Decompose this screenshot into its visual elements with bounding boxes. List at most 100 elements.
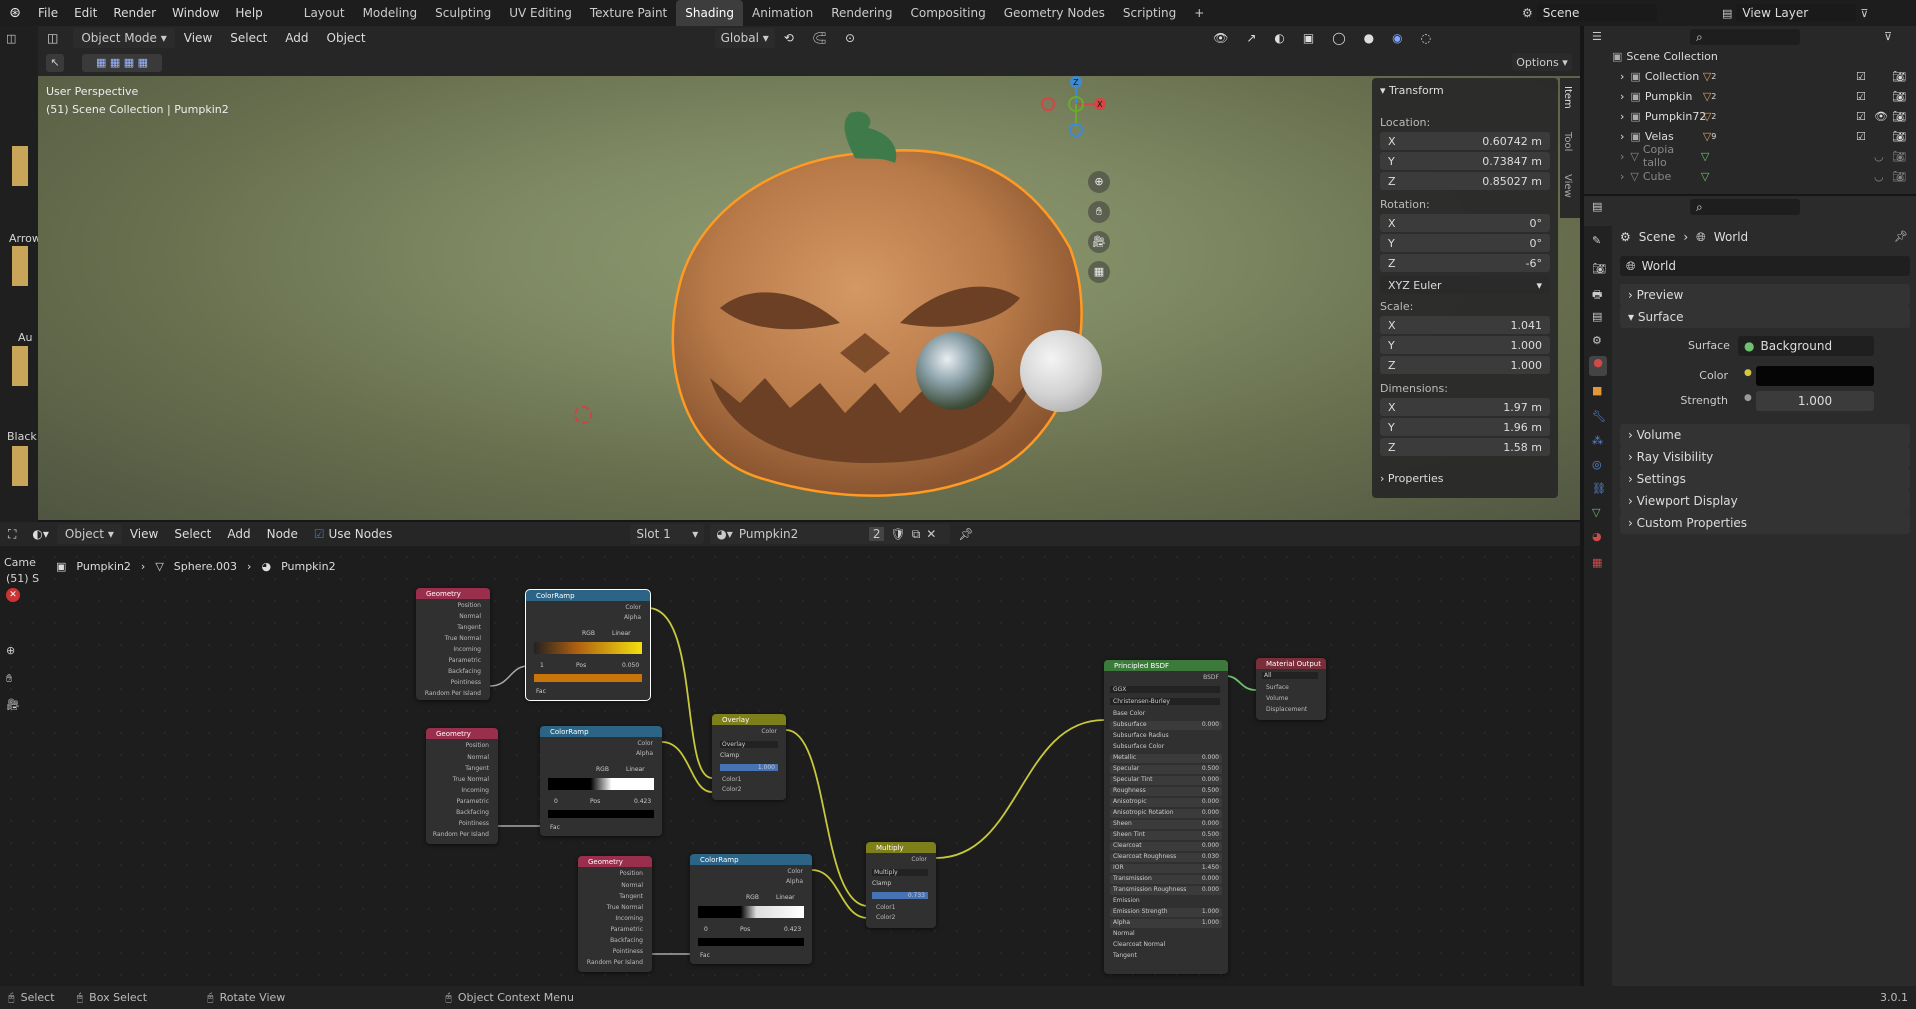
- bsdf-input-row[interactable]: Normal: [1110, 930, 1222, 939]
- select-mode-icons[interactable]: ▦ ▦ ▦ ▦: [82, 54, 162, 72]
- colorramp-node[interactable]: ColorRamp Color Alpha RGB Linear 0 Pos 0…: [540, 726, 662, 836]
- add-workspace-button[interactable]: +: [1185, 0, 1213, 26]
- scene-tab-icon[interactable]: ⚙: [1592, 334, 1602, 347]
- ramp-pos-value[interactable]: 0.423: [634, 798, 651, 805]
- world-color-swatch[interactable]: [1756, 366, 1874, 386]
- breadcrumb-world[interactable]: World: [1714, 230, 1748, 245]
- slot-dropdown[interactable]: Slot 1 ▾: [630, 524, 705, 544]
- scale-x-field[interactable]: X 1.041: [1380, 316, 1550, 334]
- fac-slider[interactable]: 0.733: [872, 892, 928, 899]
- select-tool-icon[interactable]: ↖: [46, 54, 64, 72]
- physics-tab-icon[interactable]: ◎: [1592, 458, 1602, 471]
- colorramp-node[interactable]: ColorRamp Color Alpha RGB Linear 0 Pos 0…: [690, 854, 812, 964]
- section-settings[interactable]: › Settings: [1620, 468, 1910, 490]
- location-z-field[interactable]: Z 0.85027 m: [1380, 172, 1550, 190]
- outliner-item[interactable]: › ▣ Pumpkin72 ▽ 2 ☑ 👁︎ 📷︎: [1584, 106, 1916, 126]
- blender-logo-icon[interactable]: ⊛: [0, 5, 30, 21]
- tab-rendering[interactable]: Rendering: [822, 0, 901, 26]
- thumb-d[interactable]: [12, 446, 28, 486]
- world-datablock-field[interactable]: 🌐︎ World: [1620, 256, 1910, 276]
- viewport-menu-object[interactable]: Object: [318, 31, 375, 45]
- constraints-tab-icon[interactable]: ⛓︎: [1592, 482, 1606, 495]
- section-ray-visibility[interactable]: › Ray Visibility: [1620, 446, 1910, 468]
- location-x-field[interactable]: X 0.60742 m: [1380, 132, 1550, 150]
- pin-icon[interactable]: 📌︎: [1894, 230, 1908, 243]
- view-layer-selector[interactable]: ▤ View Layer ⊽: [1722, 3, 1912, 23]
- transform-orientation-dropdown[interactable]: Global ▾: [714, 28, 775, 48]
- ramp-mode[interactable]: RGB: [596, 766, 609, 773]
- dimensions-x-field[interactable]: X 1.97 m: [1380, 398, 1550, 416]
- rotation-mode-dropdown[interactable]: XYZ Euler ▾: [1380, 276, 1550, 294]
- thumb-au[interactable]: [12, 246, 28, 286]
- view-layer-tab-icon[interactable]: ▤: [1592, 310, 1602, 323]
- section-surface[interactable]: ▾ Surface: [1620, 306, 1910, 328]
- view-layer-name-field[interactable]: View Layer: [1736, 4, 1857, 22]
- unlink-material-icon[interactable]: ✕: [926, 527, 936, 541]
- node-menu-select[interactable]: Select: [166, 527, 219, 541]
- ramp-index[interactable]: 1: [540, 662, 544, 669]
- outliner-item[interactable]: › ▣ Collection ▽ 2 ☑ 📷︎: [1584, 66, 1916, 86]
- section-viewport-display[interactable]: › Viewport Display: [1620, 490, 1910, 512]
- tab-modeling[interactable]: Modeling: [354, 0, 427, 26]
- breadcrumb-scene[interactable]: Scene: [1639, 230, 1676, 245]
- ramp-color-swatch[interactable]: [698, 938, 804, 946]
- viewport-editor-type-icon[interactable]: ◫: [38, 31, 67, 45]
- overlay-mix-node[interactable]: Overlay Color Overlay Clamp 1.000 Color1…: [712, 714, 786, 800]
- particles-tab-icon[interactable]: ⁂: [1592, 434, 1603, 447]
- menu-window[interactable]: Window: [164, 0, 227, 26]
- 3d-viewport[interactable]: User Perspective (51) Scene Collection |…: [38, 76, 1580, 520]
- bsdf-input-row[interactable]: Specular 0.500: [1110, 765, 1222, 774]
- bsdf-input-row[interactable]: Subsurface Radius: [1110, 732, 1222, 741]
- tab-uv-editing[interactable]: UV Editing: [500, 0, 581, 26]
- material-output-node[interactable]: Material Output All Surface Volume Displ…: [1256, 658, 1326, 720]
- world-tab-icon[interactable]: ●: [1589, 356, 1607, 376]
- distribution-dropdown[interactable]: GGX: [1110, 686, 1220, 693]
- bsdf-input-row[interactable]: Emission: [1110, 897, 1222, 906]
- ramp-pos-value[interactable]: 0.423: [784, 926, 801, 933]
- color-ramp-gradient[interactable]: [548, 778, 654, 790]
- outliner-item[interactable]: › ▣ Velas ▽ 9 ☑ 📷︎: [1584, 126, 1916, 146]
- options-button[interactable]: Options ▾: [1512, 53, 1572, 71]
- camera-render-icon[interactable]: 📷︎: [1892, 150, 1906, 163]
- bsdf-input-row[interactable]: Clearcoat 0.000: [1110, 842, 1222, 851]
- proportional-edit-icon[interactable]: ⊙: [836, 31, 864, 45]
- bsdf-input-row[interactable]: Transmission Roughness 0.000: [1110, 886, 1222, 895]
- scale-y-field[interactable]: Y 1.000: [1380, 336, 1550, 354]
- menu-help[interactable]: Help: [227, 0, 270, 26]
- shading-rendered-icon[interactable]: ◌: [1412, 31, 1440, 45]
- filter-icon[interactable]: ⊽: [1860, 7, 1868, 20]
- tab-texture-paint[interactable]: Texture Paint: [581, 0, 676, 26]
- blend-mode-dropdown[interactable]: Overlay: [720, 741, 778, 748]
- ortho-grid-icon[interactable]: ▦: [1088, 261, 1110, 283]
- camera-render-icon[interactable]: 📷︎: [1892, 110, 1906, 123]
- section-preview[interactable]: › Preview: [1620, 284, 1910, 306]
- camera-view-icon[interactable]: 🎥︎: [1088, 231, 1110, 253]
- tab-scripting[interactable]: Scripting: [1114, 0, 1185, 26]
- outliner-item[interactable]: › ▽ Cube ▽ ◡ 📷︎: [1584, 166, 1916, 186]
- outliner-search-input[interactable]: ⌕: [1690, 29, 1800, 45]
- camera-render-icon[interactable]: 📷︎: [1892, 70, 1906, 83]
- outliner-scene-collection[interactable]: ▣ Scene Collection: [1584, 46, 1916, 66]
- ramp-mode[interactable]: RGB: [746, 894, 759, 901]
- tab-view[interactable]: View: [1562, 174, 1573, 198]
- tab-geometry-nodes[interactable]: Geometry Nodes: [995, 0, 1114, 26]
- pin-icon[interactable]: 📌︎: [950, 527, 981, 541]
- thumb-arrow[interactable]: [12, 146, 28, 186]
- navigation-gizmo[interactable]: Z X: [1036, 76, 1116, 156]
- colorramp-node[interactable]: ColorRamp Color Alpha RGB Linear 1 Pos 0…: [525, 589, 651, 701]
- data-tab-icon[interactable]: ▽: [1592, 506, 1600, 519]
- object-mode-dropdown[interactable]: Object Mode ▾: [73, 28, 175, 48]
- geometry-node[interactable]: Geometry Position Normal Tangent True No…: [426, 728, 498, 844]
- node-editor-canvas[interactable]: ▣ Pumpkin2 › ▽ Sphere.003 › ◕ Pumpkin2 Came (…: [0, 546, 1580, 986]
- viewport-menu-view[interactable]: View: [175, 31, 221, 45]
- section-custom-properties[interactable]: › Custom Properties: [1620, 512, 1910, 534]
- strength-field[interactable]: 1.000: [1756, 391, 1874, 411]
- output-target-dropdown[interactable]: All: [1262, 672, 1318, 679]
- pan-hand-icon[interactable]: ✋︎: [1088, 201, 1110, 223]
- bsdf-input-row[interactable]: Subsurface Color: [1110, 743, 1222, 752]
- ramp-mode[interactable]: RGB: [582, 630, 595, 637]
- tab-shading[interactable]: Shading: [676, 0, 743, 26]
- viewport-menu-add[interactable]: Add: [276, 31, 317, 45]
- eye-closed-icon[interactable]: ◡: [1874, 150, 1884, 163]
- rotation-z-field[interactable]: Z -6°: [1380, 254, 1550, 272]
